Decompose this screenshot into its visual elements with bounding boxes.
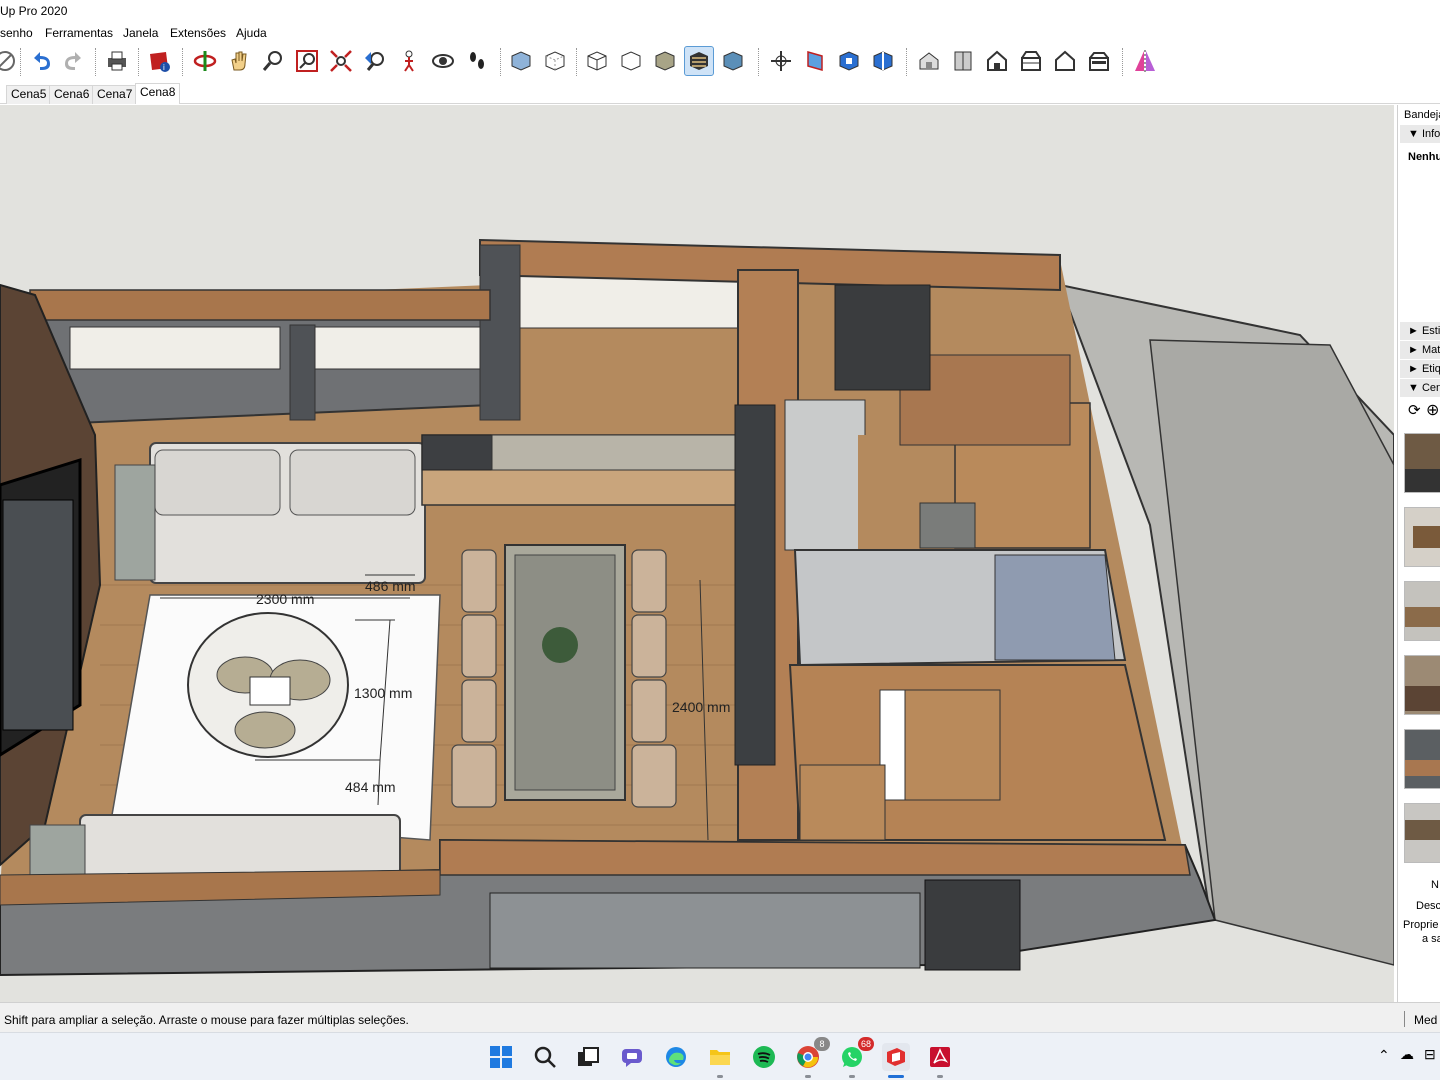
scene-thumbnail[interactable] xyxy=(1404,729,1440,789)
model-info-icon[interactable]: i xyxy=(144,46,174,76)
menu-extensoes[interactable]: Extensões xyxy=(170,26,226,40)
sketchup-icon[interactable] xyxy=(882,1043,910,1071)
scene-tab-cena6[interactable]: Cena6 xyxy=(49,85,95,104)
position-camera-icon[interactable] xyxy=(394,46,424,76)
edge-icon[interactable] xyxy=(662,1043,690,1071)
dimension-2300: 2300 mm xyxy=(256,591,314,607)
mirror-icon[interactable] xyxy=(1130,46,1160,76)
right-view-icon[interactable] xyxy=(1016,46,1046,76)
scene-thumbnail[interactable] xyxy=(1404,581,1440,641)
menu-desenho[interactable]: senho xyxy=(0,26,33,40)
redo-icon[interactable] xyxy=(59,46,89,76)
front-view-icon[interactable] xyxy=(982,46,1012,76)
display-section-planes-icon[interactable] xyxy=(834,46,864,76)
hidden-line-icon[interactable] xyxy=(616,46,646,76)
cloud-sync-icon[interactable]: ☁ xyxy=(1400,1046,1414,1063)
back-view-icon[interactable] xyxy=(1050,46,1080,76)
shaded-icon[interactable] xyxy=(650,46,680,76)
start-icon[interactable] xyxy=(487,1043,515,1071)
menu-ferramentas[interactable]: Ferramentas xyxy=(45,26,113,40)
menu-bar: senho Ferramentas Janela Extensões Ajuda xyxy=(0,22,1440,42)
section-plane-icon[interactable] xyxy=(800,46,830,76)
whatsapp-badge: 68 xyxy=(858,1037,874,1051)
scene-thumbnail[interactable] xyxy=(1404,655,1440,715)
dimension-486: 486 mm xyxy=(365,578,416,594)
acrobat-icon[interactable] xyxy=(926,1043,954,1071)
status-hint: Shift para ampliar a seleção. Arraste o … xyxy=(4,1013,409,1027)
dimension-484: 484 mm xyxy=(345,779,396,795)
network-icon[interactable]: ⊟ xyxy=(1424,1046,1436,1063)
search-icon[interactable] xyxy=(531,1043,559,1071)
tags-panel-header[interactable]: ► Etiq xyxy=(1400,360,1440,378)
iso-view-icon[interactable] xyxy=(914,46,944,76)
entity-selection: Nenhu xyxy=(1408,151,1440,163)
scene-thumbnail[interactable] xyxy=(1404,803,1440,863)
tray-title: Bandeja xyxy=(1404,109,1440,121)
pan-icon[interactable] xyxy=(224,46,254,76)
chrome-badge: 8 xyxy=(814,1037,830,1051)
spotify-icon[interactable] xyxy=(750,1043,778,1071)
previous-view-icon[interactable] xyxy=(360,46,390,76)
drawing-viewport[interactable]: 2300 mm 486 mm 1300 mm 484 mm 2400 mm xyxy=(0,105,1394,1002)
title-bar: Up Pro 2020 xyxy=(0,0,1440,22)
add-scene-icon[interactable]: ⊕ xyxy=(1426,400,1439,420)
windows-taskbar: 8 68 ⌃ ☁ ⊟ xyxy=(0,1032,1440,1080)
dimension-1300: 1300 mm xyxy=(354,685,412,701)
scene-tabs: Cena5 Cena6 Cena7 Cena8 xyxy=(0,82,1440,104)
materials-panel-header[interactable]: ► Mat xyxy=(1400,341,1440,359)
whatsapp-icon[interactable]: 68 xyxy=(838,1037,874,1071)
back-edges-icon[interactable] xyxy=(540,46,570,76)
scene-properties-label-2: a sa xyxy=(1422,933,1440,945)
print-icon[interactable] xyxy=(102,46,132,76)
scene-thumbnail[interactable] xyxy=(1404,433,1440,493)
scene-tab-cena8[interactable]: Cena8 xyxy=(135,83,181,104)
wireframe-icon[interactable] xyxy=(582,46,612,76)
measurements-label: Med xyxy=(1414,1013,1438,1027)
left-view-icon[interactable] xyxy=(1084,46,1114,76)
default-tray: Bandeja ▼ Info Nenhu ► Esti ► Mat ► Etiq… xyxy=(1397,105,1440,1002)
dimension-2400: 2400 mm xyxy=(672,699,730,715)
zoom-extents-icon[interactable] xyxy=(326,46,356,76)
axes-icon[interactable] xyxy=(766,46,796,76)
scenes-panel-header[interactable]: ▼ Cen xyxy=(1400,379,1440,397)
status-separator xyxy=(1404,1011,1405,1027)
walk-icon[interactable] xyxy=(462,46,492,76)
monochrome-icon[interactable] xyxy=(718,46,748,76)
styles-panel-header[interactable]: ► Esti xyxy=(1400,322,1440,340)
task-view-icon[interactable] xyxy=(574,1043,602,1071)
xray-icon[interactable] xyxy=(506,46,536,76)
shaded-textures-icon[interactable] xyxy=(684,46,714,76)
look-around-icon[interactable] xyxy=(428,46,458,76)
scene-description-label: Desc xyxy=(1416,900,1440,912)
window-title: Up Pro 2020 xyxy=(0,4,68,18)
close-icon[interactable] xyxy=(0,46,20,76)
main-toolbar: i xyxy=(0,42,1440,82)
status-bar: Shift para ampliar a seleção. Arraste o … xyxy=(0,1002,1440,1032)
scene-name-label: N xyxy=(1431,879,1439,891)
menu-janela[interactable]: Janela xyxy=(123,26,158,40)
scene-properties-label: Proprie xyxy=(1403,919,1439,931)
undo-icon[interactable] xyxy=(26,46,56,76)
zoom-icon[interactable] xyxy=(258,46,288,76)
chevron-up-icon[interactable]: ⌃ xyxy=(1378,1047,1390,1064)
menu-ajuda[interactable]: Ajuda xyxy=(236,26,267,40)
top-view-icon[interactable] xyxy=(948,46,978,76)
entity-info-header[interactable]: ▼ Info xyxy=(1400,125,1440,143)
scene-tab-cena5[interactable]: Cena5 xyxy=(6,85,52,104)
scene-tab-cena7[interactable]: Cena7 xyxy=(92,85,138,104)
teams-chat-icon[interactable] xyxy=(618,1043,646,1071)
model-render: 2300 mm 486 mm 1300 mm 484 mm 2400 mm xyxy=(0,238,1394,977)
refresh-icon[interactable]: ⟳ xyxy=(1408,401,1421,419)
file-explorer-icon[interactable] xyxy=(706,1043,734,1071)
orbit-icon[interactable] xyxy=(190,46,220,76)
display-section-cuts-icon[interactable] xyxy=(868,46,898,76)
chrome-icon[interactable]: 8 xyxy=(794,1037,830,1071)
scene-thumbnail[interactable] xyxy=(1404,507,1440,567)
zoom-window-icon[interactable] xyxy=(292,46,322,76)
svg-text:i: i xyxy=(163,63,165,72)
